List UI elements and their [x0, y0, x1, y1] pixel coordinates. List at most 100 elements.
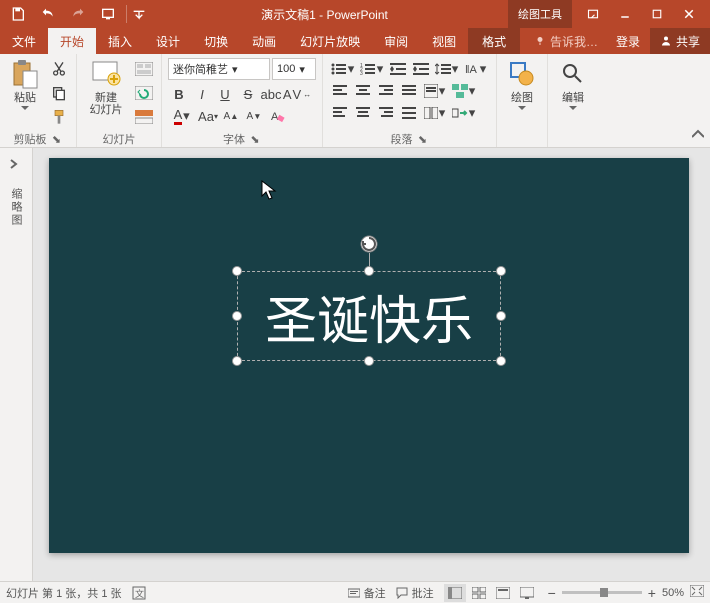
tab-format[interactable]: 格式: [468, 28, 520, 54]
ribbon-display-options-button[interactable]: [580, 2, 606, 26]
tab-animations[interactable]: 动画: [240, 28, 288, 54]
contextual-tab-label: 绘图工具: [508, 0, 572, 28]
distribute-button[interactable]: [398, 102, 420, 124]
resize-handle-tl[interactable]: [232, 266, 242, 276]
resize-handle-tr[interactable]: [496, 266, 506, 276]
tab-review[interactable]: 审阅: [372, 28, 420, 54]
align-left-button-2[interactable]: [329, 102, 351, 124]
editing-button[interactable]: 编辑: [552, 56, 594, 113]
resize-handle-bm[interactable]: [364, 356, 374, 366]
redo-button[interactable]: [64, 2, 92, 26]
drawing-button[interactable]: 绘图: [501, 56, 543, 113]
reset-slide-button[interactable]: [133, 82, 155, 104]
undo-button[interactable]: [34, 2, 62, 26]
comments-button[interactable]: 批注: [396, 585, 434, 601]
strikethrough-button[interactable]: S: [237, 83, 259, 105]
start-from-beginning-button[interactable]: [94, 2, 122, 26]
resize-handle-mr[interactable]: [496, 311, 506, 321]
spellcheck-button[interactable]: 文: [132, 586, 146, 600]
zoom-thumb[interactable]: [600, 588, 608, 597]
numbering-button[interactable]: 123▾: [358, 58, 386, 80]
justify-button[interactable]: [398, 80, 420, 102]
font-color-button[interactable]: A▾: [168, 105, 196, 127]
zoom-value[interactable]: 50%: [662, 587, 684, 599]
save-button[interactable]: [4, 2, 32, 26]
reading-view-button[interactable]: [492, 584, 514, 602]
font-name-select[interactable]: 迷你简稚艺▾: [168, 58, 270, 80]
collapse-ribbon-button[interactable]: [692, 54, 710, 142]
decrease-indent-button[interactable]: [387, 58, 409, 80]
slideshow-view-button[interactable]: [516, 584, 538, 602]
align-right-button[interactable]: [375, 80, 397, 102]
rotate-connector: [369, 253, 370, 267]
notes-button[interactable]: 备注: [348, 585, 386, 601]
decrease-font-button[interactable]: A▼: [243, 105, 265, 127]
slide-counter[interactable]: 幻灯片 第 1 张，共 1 张: [6, 585, 122, 601]
zoom-slider[interactable]: [562, 591, 642, 594]
change-case-button[interactable]: Aa▾: [197, 105, 219, 127]
align-center-button[interactable]: [352, 80, 374, 102]
tab-insert[interactable]: 插入: [96, 28, 144, 54]
copy-button[interactable]: [48, 82, 70, 104]
font-size-select[interactable]: 100▾: [272, 58, 316, 80]
character-spacing-button[interactable]: AV↔: [283, 83, 311, 105]
bullets-button[interactable]: ▾: [329, 58, 357, 80]
tab-view[interactable]: 视图: [420, 28, 468, 54]
thumbnails-label: 缩略图: [8, 188, 24, 227]
convert-smartart-button[interactable]: ▾: [450, 102, 478, 124]
tab-home[interactable]: 开始: [48, 28, 96, 54]
sorter-view-button[interactable]: [468, 584, 490, 602]
font-launcher[interactable]: ⬊: [249, 133, 261, 145]
underline-button[interactable]: U: [214, 83, 236, 105]
chevron-down-icon: [518, 106, 526, 111]
italic-button[interactable]: I: [191, 83, 213, 105]
resize-handle-ml[interactable]: [232, 311, 242, 321]
share-button[interactable]: 共享: [650, 28, 710, 54]
increase-indent-button[interactable]: [410, 58, 432, 80]
cut-button[interactable]: [48, 58, 70, 80]
maximize-button[interactable]: [644, 2, 670, 26]
align-text-button[interactable]: ▾: [421, 80, 449, 102]
increase-font-button[interactable]: A▲: [220, 105, 242, 127]
align-left-button[interactable]: [329, 80, 351, 102]
qat-customize-button[interactable]: [131, 2, 147, 26]
text-shadow-button[interactable]: abc: [260, 83, 282, 105]
format-painter-button[interactable]: [48, 106, 70, 128]
close-button[interactable]: [676, 2, 702, 26]
clear-formatting-button[interactable]: A: [266, 105, 288, 127]
signin-button[interactable]: 登录: [606, 28, 650, 54]
fit-to-window-button[interactable]: [690, 585, 704, 600]
rotate-handle[interactable]: [360, 235, 378, 253]
line-spacing-button[interactable]: ▾: [433, 58, 461, 80]
section-button[interactable]: [133, 106, 155, 128]
tab-transitions[interactable]: 切换: [192, 28, 240, 54]
bold-button[interactable]: B: [168, 83, 190, 105]
text-direction-button[interactable]: ‖A▾: [462, 58, 490, 80]
resize-handle-tm[interactable]: [364, 266, 374, 276]
paragraph-launcher[interactable]: ⬊: [417, 133, 429, 145]
tab-slideshow[interactable]: 幻灯片放映: [288, 28, 372, 54]
svg-text:3: 3: [360, 71, 363, 76]
slide-canvas[interactable]: 圣诞快乐: [49, 158, 689, 553]
slide-layout-button[interactable]: [133, 58, 155, 80]
expand-thumbnails-button[interactable]: [8, 158, 24, 174]
tab-file[interactable]: 文件: [0, 28, 48, 54]
align-center-button-2[interactable]: [352, 102, 374, 124]
smartart-button[interactable]: ▾: [450, 80, 478, 102]
align-right-button-2[interactable]: [375, 102, 397, 124]
tab-design[interactable]: 设计: [144, 28, 192, 54]
zoom-in-button[interactable]: +: [648, 585, 656, 601]
minimize-button[interactable]: [612, 2, 638, 26]
clipboard-launcher[interactable]: ⬊: [51, 133, 63, 145]
new-slide-button[interactable]: 新建 幻灯片: [81, 56, 131, 118]
columns-button[interactable]: ▾: [421, 102, 449, 124]
normal-view-button[interactable]: [444, 584, 466, 602]
textbox-text[interactable]: 圣诞快乐: [237, 271, 501, 361]
paste-button[interactable]: 粘贴: [4, 56, 46, 113]
drawing-tools-label: 绘图工具: [518, 6, 562, 22]
resize-handle-br[interactable]: [496, 356, 506, 366]
tell-me-input[interactable]: 告诉我…: [526, 28, 606, 54]
textbox-selection[interactable]: 圣诞快乐: [237, 271, 501, 361]
resize-handle-bl[interactable]: [232, 356, 242, 366]
zoom-out-button[interactable]: −: [548, 585, 556, 601]
